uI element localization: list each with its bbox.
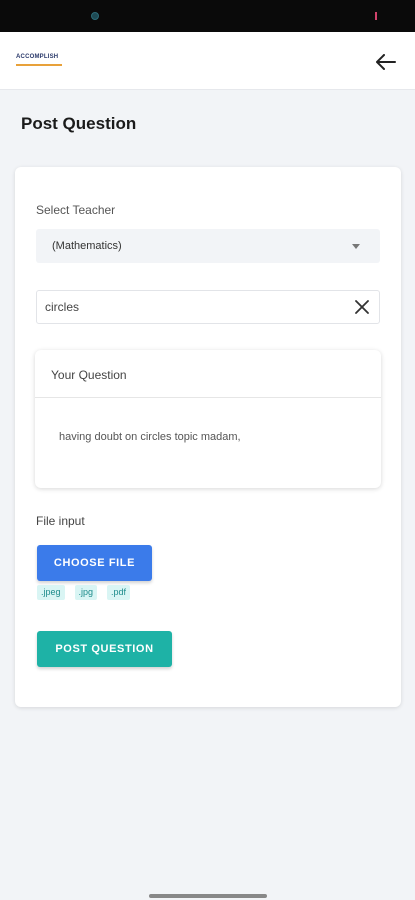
back-button[interactable] <box>372 48 400 76</box>
status-bar <box>0 0 415 32</box>
choose-file-button[interactable]: CHOOSE FILE <box>37 545 152 581</box>
accomplish-logo: ACCOMPLISH <box>16 54 64 68</box>
clear-topic-button[interactable] <box>351 296 373 318</box>
file-input-label: File input <box>36 514 85 528</box>
question-divider <box>35 397 381 398</box>
logo-text: ACCOMPLISH <box>16 54 59 60</box>
select-teacher-label: Select Teacher <box>36 203 116 217</box>
question-text[interactable]: having doubt on circles topic madam, <box>59 431 241 443</box>
caret-down-icon <box>352 244 360 249</box>
app-header: ACCOMPLISH <box>0 32 415 90</box>
topic-input[interactable] <box>45 291 345 323</box>
file-type-tag: .pdf <box>107 585 131 600</box>
teacher-select[interactable]: (Mathematics) <box>36 229 380 263</box>
file-type-tag: .jpeg <box>37 585 65 600</box>
camera-icon <box>91 12 99 20</box>
page-title: Post Question <box>21 114 137 133</box>
post-question-form: Select Teacher (Mathematics) Your Questi… <box>15 167 401 707</box>
question-heading: Your Question <box>51 368 127 382</box>
file-type-tag: .jpg <box>74 585 98 600</box>
close-icon <box>355 300 369 314</box>
arrow-left-icon <box>376 54 396 70</box>
file-type-tags: .jpeg .jpg .pdf <box>37 585 131 600</box>
status-indicator-icon <box>375 12 377 20</box>
post-question-button[interactable]: POST QUESTION <box>37 631 172 667</box>
topic-field <box>36 290 380 324</box>
home-indicator[interactable] <box>149 894 267 898</box>
logo-underline <box>16 64 62 66</box>
teacher-select-value: (Mathematics) <box>52 240 122 252</box>
question-box[interactable]: Your Question having doubt on circles to… <box>35 350 381 488</box>
